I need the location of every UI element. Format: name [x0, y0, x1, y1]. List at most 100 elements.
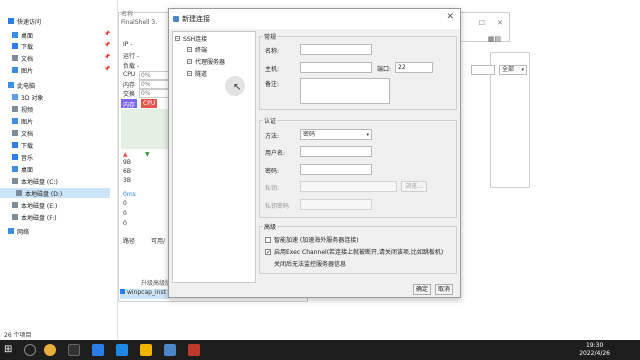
tree-item-label: 隧道	[195, 71, 208, 78]
name-column-header[interactable]: 名称	[121, 9, 133, 18]
sidebar-item[interactable]: 本地磁盘 (D:)	[0, 188, 110, 198]
swap-value: 0%	[139, 89, 169, 98]
username-input[interactable]	[300, 146, 372, 157]
sidebar-item[interactable]: 桌面	[12, 30, 33, 40]
view-toggle-icon[interactable]: ▦▤	[488, 35, 501, 43]
net-value-2: 6B	[123, 168, 131, 175]
picture-icon	[12, 67, 18, 73]
sidebar-item[interactable]: 此电脑	[8, 80, 35, 90]
3d-object-icon	[12, 94, 18, 100]
explorer-sidebar: 快速访问 桌面 📌 下载 📌 文档 📌 图片 📌 此电脑 3D 对象 视频 图片 文档 下载 音乐 桌面 本地磁盘…	[0, 0, 118, 340]
no-monitor-note: 关闭后无法监控服务器信息	[274, 259, 346, 268]
app-icon-2[interactable]	[116, 344, 128, 356]
key-password-label: 私钥密码	[265, 203, 290, 210]
exec-channel-checkbox[interactable]: ✓ 启用Exec Channel(若连接上就被断开,请关闭该项,比如跳板机)	[265, 247, 443, 256]
filter-select[interactable]: 全部 ▾	[499, 65, 527, 75]
sidebar-item[interactable]: 图片	[12, 65, 33, 75]
exec-channel-label: 启用Exec Channel(若连接上就被断开,请关闭该项,比如跳板机)	[274, 249, 444, 256]
sidebar-item-label: 此电脑	[17, 82, 36, 90]
sidebar-item[interactable]: 网络	[8, 226, 29, 236]
sidebar-item[interactable]: 本地磁盘 (C:)	[12, 176, 58, 186]
tree-node-icon: −	[187, 47, 192, 52]
private-key-input[interactable]	[300, 181, 397, 192]
latency-label: 0ms	[123, 191, 136, 198]
sidebar-item-label: 本地磁盘 (F:)	[21, 214, 57, 222]
avail-label: 可用/	[151, 238, 166, 245]
latency-value-3: 0	[123, 220, 127, 227]
sidebar-item[interactable]: 视频	[12, 104, 33, 114]
tree-item-tunnel[interactable]: − 隧道	[187, 69, 207, 78]
swap-label: 交换	[123, 91, 136, 98]
auth-method-select[interactable]: 密码 ▾	[300, 129, 372, 140]
background-window: ☐ ✕ ▦▤	[455, 12, 510, 43]
sidebar-item-label: 桌面	[21, 32, 34, 40]
password-input[interactable]	[300, 164, 372, 175]
sidebar-item-label: 快速访问	[17, 18, 42, 26]
smart-accel-checkbox[interactable]: 智能加速 (加速海外服务器连接)	[265, 235, 359, 244]
sidebar-item-label: 文档	[21, 55, 34, 63]
cancel-button[interactable]: 取消	[435, 284, 453, 295]
tree-item-terminal[interactable]: − 终端	[187, 45, 207, 54]
sidebar-item-label: 下载	[21, 43, 34, 51]
run-label: 运行 -	[123, 53, 140, 60]
clock-date: 2022/4/26	[579, 350, 610, 357]
no-monitor-label: 关闭后无法监控服务器信息	[274, 261, 347, 268]
general-group-title: 常规	[263, 32, 278, 41]
name-input[interactable]	[300, 44, 372, 55]
background-window-2: 全部 ▾	[471, 52, 530, 188]
tab-memory[interactable]: 内存	[121, 99, 138, 109]
tree-item-proxy[interactable]: − 代理服务器	[187, 57, 225, 66]
sidebar-item[interactable]: 下载	[12, 41, 33, 51]
close-icon[interactable]: ✕	[497, 19, 503, 27]
finalshell-icon[interactable]	[164, 344, 176, 356]
sidebar-item[interactable]: 下载	[12, 140, 33, 150]
terminal-icon[interactable]	[68, 344, 80, 356]
sidebar-item[interactable]: 3D 对象	[12, 92, 43, 102]
search-box[interactable]	[471, 65, 495, 75]
latency-value-2: 0	[123, 210, 127, 217]
sidebar-item[interactable]: 文档	[12, 53, 33, 63]
document-icon	[12, 55, 18, 61]
chrome-icon[interactable]	[44, 344, 56, 356]
sidebar-item-label: 下载	[21, 142, 34, 150]
host-input[interactable]	[300, 62, 372, 73]
ip-label: IP -	[123, 41, 133, 48]
ok-button[interactable]: 确定	[413, 284, 431, 295]
sidebar-item-label: 音乐	[21, 154, 34, 162]
pin-icon: 📌	[104, 66, 111, 72]
upgrade-link[interactable]: 升级高级版	[141, 278, 171, 287]
port-input[interactable]: 22	[395, 62, 433, 73]
system-clock[interactable]: 19:30 2022/4/26	[579, 342, 610, 358]
search-icon[interactable]	[24, 344, 36, 356]
sidebar-item-label: 网络	[17, 228, 30, 236]
collapse-icon[interactable]: −	[175, 36, 180, 41]
dialog-titlebar: 新建连接	[169, 9, 460, 29]
sidebar-item[interactable]: 本地磁盘 (F:)	[12, 212, 57, 222]
app-icon-1[interactable]	[92, 344, 104, 356]
browse-button[interactable]: 浏览...	[401, 181, 427, 192]
file-explorer-icon[interactable]	[140, 344, 152, 356]
download-arrow-icon: ▼	[145, 151, 150, 158]
sidebar-item[interactable]: 快速访问	[8, 16, 41, 26]
key-password-input[interactable]	[300, 199, 372, 210]
tree-root-ssh[interactable]: − SSH连接	[175, 34, 207, 43]
note-textarea[interactable]	[300, 78, 390, 104]
sidebar-item[interactable]: 音乐	[12, 152, 33, 162]
tree-node-icon: −	[187, 59, 192, 64]
star-icon	[8, 18, 14, 24]
sidebar-item[interactable]: 桌面	[12, 164, 33, 174]
close-icon[interactable]: ✕	[446, 12, 454, 22]
sidebar-item[interactable]: 文档	[12, 128, 33, 138]
sidebar-item[interactable]: 本地磁盘 (E:)	[12, 200, 57, 210]
pin-icon: 📌	[104, 31, 111, 37]
file-row[interactable]: winpcap_inst	[120, 289, 170, 299]
drive-icon	[12, 202, 18, 208]
sidebar-item-label: 文档	[21, 130, 34, 138]
tab-cpu[interactable]: CPU	[141, 99, 158, 108]
windows-start-icon[interactable]: ⊞	[4, 344, 16, 356]
sidebar-item[interactable]: 图片	[12, 116, 33, 126]
network-icon	[8, 228, 14, 234]
maximize-icon[interactable]: ☐	[479, 19, 485, 27]
mouse-cursor-icon: ↖	[233, 82, 242, 93]
app-icon-3[interactable]	[188, 344, 200, 356]
